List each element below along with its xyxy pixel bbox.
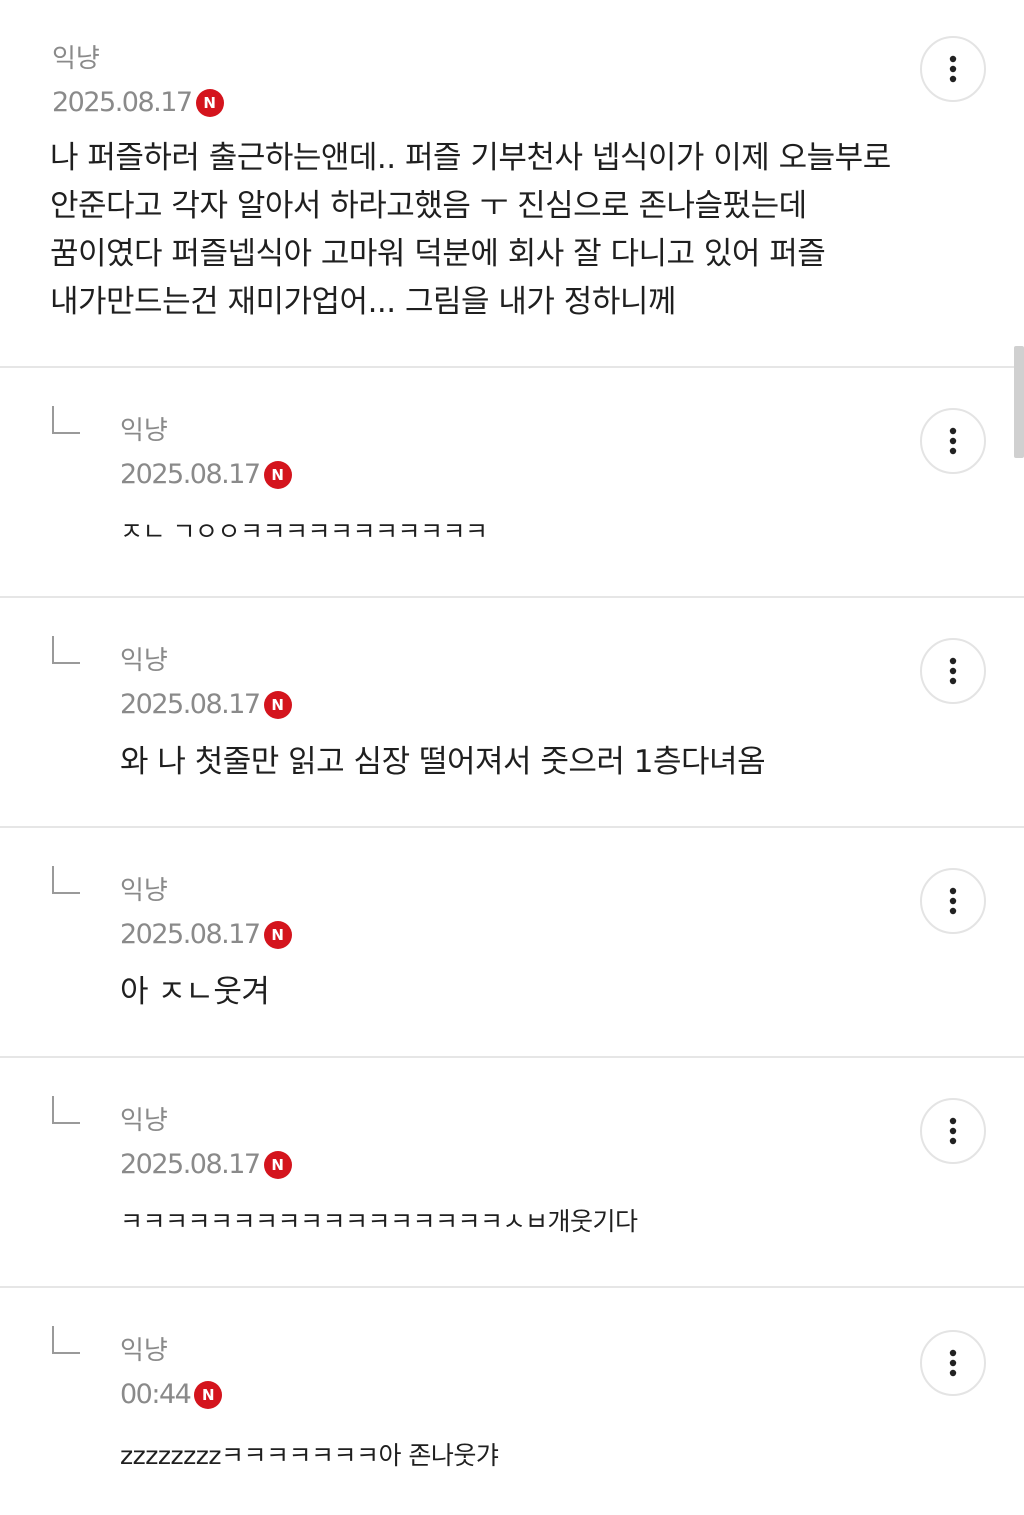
reply-arrow-icon <box>52 866 80 894</box>
comment-text: ㅋㅋㅋㅋㅋㅋㅋㅋㅋㅋㅋㅋㅋㅋㅋㅋㅋㅅㅂ개웃기다 <box>120 1207 638 1236</box>
more-options-button[interactable] <box>920 1330 986 1396</box>
reply-item: 익냥 2025.08.17 N 와 나 첫줄만 읽고 심장 떨어져서 줏으러 1… <box>0 598 1024 828</box>
new-badge-icon: N <box>263 921 292 949</box>
reply-arrow-icon <box>52 1096 80 1124</box>
more-vertical-icon <box>949 887 957 915</box>
new-badge-icon: N <box>263 461 292 489</box>
more-vertical-icon <box>949 427 957 455</box>
comment-list-page: 익냥 2025.08.17 N 나 퍼즐하러 출근하는앤데.. 퍼즐 기부천사 … <box>0 0 1024 1515</box>
comment-item: 익냥 2025.08.17 N 나 퍼즐하러 출근하는앤데.. 퍼즐 기부천사 … <box>0 0 1024 368</box>
more-options-button[interactable] <box>920 36 986 102</box>
comment-meta: 2025.08.17 N <box>120 688 292 722</box>
comment-meta: 2025.08.17 N <box>120 918 292 952</box>
comment-date: 00:44 <box>120 1379 192 1410</box>
comment-meta: 00:44 N <box>120 1378 223 1412</box>
comment-date: 2025.08.17 <box>120 919 261 950</box>
comment-meta: 2025.08.17 N <box>120 458 292 492</box>
more-vertical-icon <box>949 1349 957 1377</box>
comment-date: 2025.08.17 <box>52 87 193 118</box>
comment-date: 2025.08.17 <box>120 1149 261 1180</box>
new-badge-icon: N <box>263 691 292 719</box>
new-badge-icon: N <box>263 1151 292 1179</box>
comment-meta: 2025.08.17 N <box>120 1148 292 1182</box>
comment-author: 익냥 <box>120 1106 168 1136</box>
reply-item: 익냥 2025.08.17 N ㅋㅋㅋㅋㅋㅋㅋㅋㅋㅋㅋㅋㅋㅋㅋㅋㅋㅅㅂ개웃기다 <box>0 1058 1024 1288</box>
reply-arrow-icon <box>52 636 80 664</box>
comment-text: 아 ㅈㄴ웃겨 <box>120 974 270 1010</box>
comment-date: 2025.08.17 <box>120 459 261 490</box>
more-vertical-icon <box>949 657 957 685</box>
more-vertical-icon <box>949 1117 957 1145</box>
reply-arrow-icon <box>52 406 80 434</box>
comment-date: 2025.08.17 <box>120 689 261 720</box>
more-options-button[interactable] <box>920 868 986 934</box>
new-badge-icon: N <box>194 1381 223 1409</box>
comment-text: 나 퍼즐하러 출근하는앤데.. 퍼즐 기부천사 넵식이가 이제 오늘부로 안준다… <box>50 140 891 320</box>
reply-item: 익냥 2025.08.17 N 아 ㅈㄴ웃겨 <box>0 828 1024 1058</box>
scrollbar-thumb[interactable] <box>1014 346 1024 458</box>
new-badge-icon: N <box>195 89 224 117</box>
more-options-button[interactable] <box>920 1098 986 1164</box>
reply-item: 익냥 2025.08.17 N ㅈㄴ ㄱㅇㅇㅋㅋㅋㅋㅋㅋㅋㅋㅋㅋㅋ <box>0 368 1024 598</box>
more-options-button[interactable] <box>920 408 986 474</box>
comment-author: 익냥 <box>120 646 168 676</box>
reply-item: 익냥 00:44 N zzzzzzzzㅋㅋㅋㅋㅋㅋㅋ아 존나웃갸 <box>0 1288 1024 1515</box>
comment-author: 익냥 <box>120 1336 168 1366</box>
comment-author: 익냥 <box>120 876 168 906</box>
comment-text: zzzzzzzzㅋㅋㅋㅋㅋㅋㅋ아 존나웃갸 <box>120 1441 499 1470</box>
comment-text: 와 나 첫줄만 읽고 심장 떨어져서 줏으러 1층다녀옴 <box>120 744 766 780</box>
comment-text: ㅈㄴ ㄱㅇㅇㅋㅋㅋㅋㅋㅋㅋㅋㅋㅋㅋ <box>120 517 488 546</box>
comment-author: 익냥 <box>52 44 100 74</box>
reply-arrow-icon <box>52 1326 80 1354</box>
more-options-button[interactable] <box>920 638 986 704</box>
comment-meta: 2025.08.17 N <box>52 86 224 120</box>
more-vertical-icon <box>949 55 957 83</box>
comment-author: 익냥 <box>120 416 168 446</box>
